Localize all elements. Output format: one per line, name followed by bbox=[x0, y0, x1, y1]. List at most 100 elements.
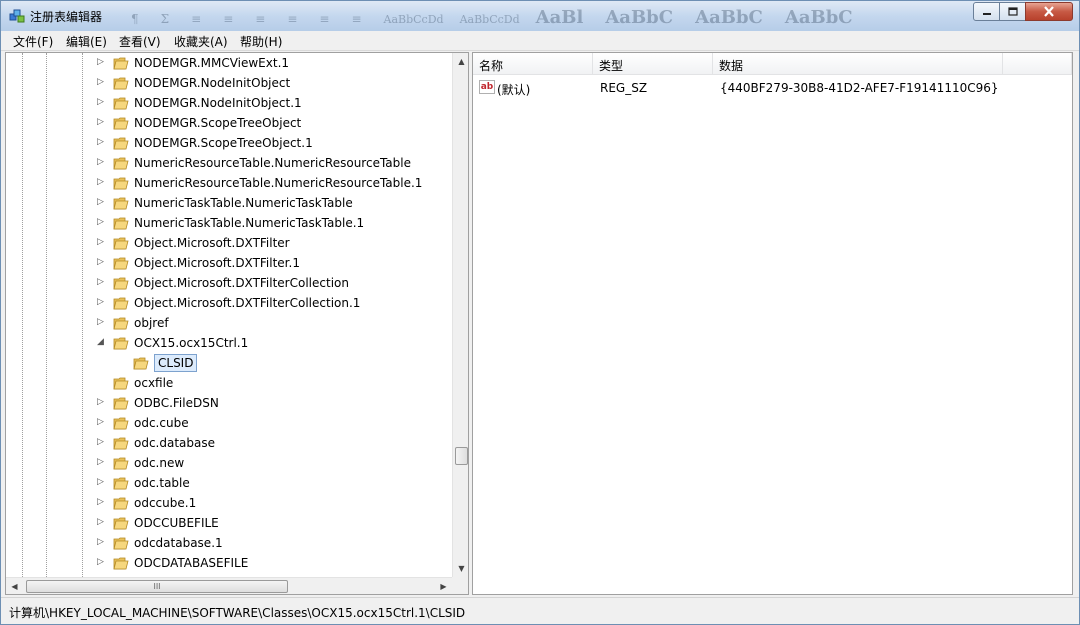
tree-item[interactable]: ocxfile bbox=[6, 373, 452, 393]
maximize-button[interactable] bbox=[999, 2, 1026, 21]
tree-item[interactable]: ▷ Object.Microsoft.DXTFilter bbox=[6, 233, 452, 253]
expand-arrow-icon[interactable]: ▷ bbox=[96, 118, 105, 127]
tree-item[interactable]: ▷ NumericResourceTable.NumericResourceTab… bbox=[6, 173, 452, 193]
maximize-icon bbox=[1007, 7, 1018, 16]
tree-item[interactable]: CLSID bbox=[6, 353, 452, 373]
tree-item[interactable]: ▷ odccube.1 bbox=[6, 493, 452, 513]
expand-arrow-icon[interactable]: ▷ bbox=[96, 398, 105, 407]
expand-arrow-icon[interactable]: ▷ bbox=[96, 318, 105, 327]
tree-item[interactable]: ▷ NODEMGR.ScopeTreeObject bbox=[6, 113, 452, 133]
menu-edit[interactable]: 编辑(E) bbox=[63, 33, 110, 50]
expand-arrow-icon[interactable]: ▷ bbox=[96, 518, 105, 527]
vertical-scroll-thumb[interactable] bbox=[455, 447, 468, 465]
tree-item[interactable]: ▷ ODBC.FileDSN bbox=[6, 393, 452, 413]
folder-icon bbox=[113, 437, 129, 450]
tree-item[interactable]: ▷ odc.cube bbox=[6, 413, 452, 433]
ghost-toolbar-glyph: ≡ bbox=[191, 12, 202, 26]
tree-item[interactable]: ▷ NODEMGR.NodeInitObject bbox=[6, 73, 452, 93]
tree-item[interactable]: ▷ NODEMGR.MMCViewExt.1 bbox=[6, 53, 452, 73]
tree-item-label: odc.new bbox=[134, 456, 185, 470]
value-type: REG_SZ bbox=[600, 81, 648, 95]
expand-arrow-icon[interactable]: ▷ bbox=[96, 538, 105, 547]
menu-help[interactable]: 帮助(H) bbox=[237, 33, 285, 50]
expand-arrow-icon[interactable]: ▷ bbox=[96, 58, 105, 67]
tree-item[interactable]: ▷ ODCCUBEFILE bbox=[6, 513, 452, 533]
tree-item-label: NODEMGR.ScopeTreeObject bbox=[134, 116, 302, 130]
collapse-arrow-icon[interactable]: ◢ bbox=[96, 338, 105, 347]
tree-item[interactable]: ▷ NODEMGR.ScopeTreeObject.1 bbox=[6, 133, 452, 153]
expand-arrow-icon[interactable]: ▷ bbox=[96, 498, 105, 507]
tree-item-label: odc.cube bbox=[134, 416, 189, 430]
tree-item-label: Object.Microsoft.DXTFilterCollection bbox=[134, 276, 349, 290]
folder-icon bbox=[113, 237, 129, 250]
expand-arrow-icon[interactable]: ▷ bbox=[96, 218, 105, 227]
expand-arrow-icon[interactable]: ▷ bbox=[96, 78, 105, 87]
folder-icon bbox=[113, 197, 129, 210]
ghost-toolbar-glyph: AaBl bbox=[535, 7, 584, 27]
tree-item[interactable]: ▷ NODEMGR.NodeInitObject.1 bbox=[6, 93, 452, 113]
expand-arrow-icon[interactable]: ▷ bbox=[96, 138, 105, 147]
tree-item[interactable]: ▷ Object.Microsoft.DXTFilterCollection bbox=[6, 273, 452, 293]
folder-icon bbox=[113, 377, 129, 390]
tree-item[interactable]: ▷ objref bbox=[6, 313, 452, 333]
folder-icon bbox=[113, 57, 129, 70]
ghost-toolbar-glyph: AaBbC bbox=[784, 7, 853, 27]
scroll-up-icon[interactable]: ▲ bbox=[453, 53, 468, 70]
expand-arrow-icon[interactable]: ▷ bbox=[96, 238, 105, 247]
tree-item[interactable]: ▷ Object.Microsoft.DXTFilterCollection.1 bbox=[6, 293, 452, 313]
tree-item[interactable]: ▷ odc.table bbox=[6, 473, 452, 493]
folder-icon bbox=[113, 77, 129, 90]
tree-item[interactable]: ▷ NumericTaskTable.NumericTaskTable bbox=[6, 193, 452, 213]
scroll-down-icon[interactable]: ▼ bbox=[453, 560, 468, 577]
menu-file[interactable]: 文件(F) bbox=[10, 33, 56, 50]
horizontal-scroll-thumb[interactable]: III bbox=[26, 580, 288, 593]
close-icon bbox=[1044, 6, 1054, 17]
tree-item-label: ODCDATABASEFILE bbox=[134, 556, 249, 570]
tree-item[interactable]: ▷ Object.Microsoft.DXTFilter.1 bbox=[6, 253, 452, 273]
key-tree[interactable]: ▷ NODEMGR.MMCViewExt.1 ▷ NODEMGR.NodeInitOb… bbox=[6, 53, 452, 577]
tree-horizontal-scrollbar[interactable]: ◀ III ▶ bbox=[6, 577, 452, 594]
column-header-data[interactable]: 数据 bbox=[713, 53, 1003, 75]
value-row[interactable]: ab (默认) REG_SZ {440BF279-30B8-41D2-AFE7-… bbox=[473, 78, 1072, 98]
expand-arrow-icon[interactable]: ▷ bbox=[96, 418, 105, 427]
column-header-name[interactable]: 名称 bbox=[473, 53, 593, 75]
scroll-right-icon[interactable]: ▶ bbox=[435, 578, 452, 594]
close-button[interactable] bbox=[1025, 2, 1073, 21]
expand-arrow-icon[interactable]: ▷ bbox=[96, 98, 105, 107]
expand-arrow-icon[interactable]: ▷ bbox=[96, 278, 105, 287]
expand-arrow-icon[interactable]: ▷ bbox=[96, 558, 105, 567]
tree-item[interactable]: ◢ OCX15.ocx15Ctrl.1 bbox=[6, 333, 452, 353]
tree-item-label: ocxfile bbox=[134, 376, 174, 390]
menu-view[interactable]: 查看(V) bbox=[116, 33, 164, 50]
string-value-icon: ab bbox=[479, 80, 495, 94]
ghost-toolbar-glyph: AaBbCcDd bbox=[459, 13, 520, 26]
ghost-toolbar-glyph: ≡ bbox=[255, 12, 266, 26]
tree-item[interactable]: ▷ ODCDATABASEFILE bbox=[6, 553, 452, 573]
tree-vertical-scrollbar[interactable]: ▲ ▼ bbox=[452, 53, 468, 577]
tree-item-label: Object.Microsoft.DXTFilterCollection.1 bbox=[134, 296, 361, 310]
folder-icon bbox=[113, 177, 129, 190]
menu-favorites[interactable]: 收藏夹(A) bbox=[171, 33, 231, 50]
tree-item[interactable]: ▷ odc.new bbox=[6, 453, 452, 473]
tree-item[interactable]: ▷ NumericTaskTable.NumericTaskTable.1 bbox=[6, 213, 452, 233]
minimize-button[interactable] bbox=[973, 2, 1000, 21]
expand-arrow-icon[interactable]: ▷ bbox=[96, 458, 105, 467]
expand-arrow-icon[interactable]: ▷ bbox=[96, 478, 105, 487]
expand-arrow-icon[interactable]: ▷ bbox=[96, 258, 105, 267]
expand-arrow-icon[interactable]: ▷ bbox=[96, 298, 105, 307]
value-list-pane[interactable]: 名称 类型 数据 ab (默认) REG_SZ {440BF279-30B8-4… bbox=[472, 52, 1073, 595]
column-header-type[interactable]: 类型 bbox=[593, 53, 713, 75]
folder-icon bbox=[133, 357, 149, 370]
expand-arrow-icon[interactable]: ▷ bbox=[96, 438, 105, 447]
expand-arrow-icon[interactable]: ▷ bbox=[96, 198, 105, 207]
ghost-toolbar-glyph: ≡ bbox=[223, 12, 234, 26]
key-tree-pane[interactable]: ▷ NODEMGR.MMCViewExt.1 ▷ NODEMGR.NodeInitOb… bbox=[5, 52, 469, 595]
expand-arrow-icon[interactable]: ▷ bbox=[96, 178, 105, 187]
tree-item[interactable]: ▷ odcdatabase.1 bbox=[6, 533, 452, 553]
expand-arrow-icon[interactable]: ▷ bbox=[96, 158, 105, 167]
tree-item[interactable]: ▷ odc.database bbox=[6, 433, 452, 453]
scroll-left-icon[interactable]: ◀ bbox=[6, 578, 23, 594]
title-bar[interactable]: 注册表编辑器 ¶ Σ ≡ ≡ ≡ ≡ ≡ ≡ AaBbCcDd AaBbCcDd AaBl AaBbC… bbox=[1, 1, 1079, 31]
tree-item[interactable]: ▷ NumericResourceTable.NumericResourceTab… bbox=[6, 153, 452, 173]
window-title: 注册表编辑器 bbox=[30, 10, 103, 24]
